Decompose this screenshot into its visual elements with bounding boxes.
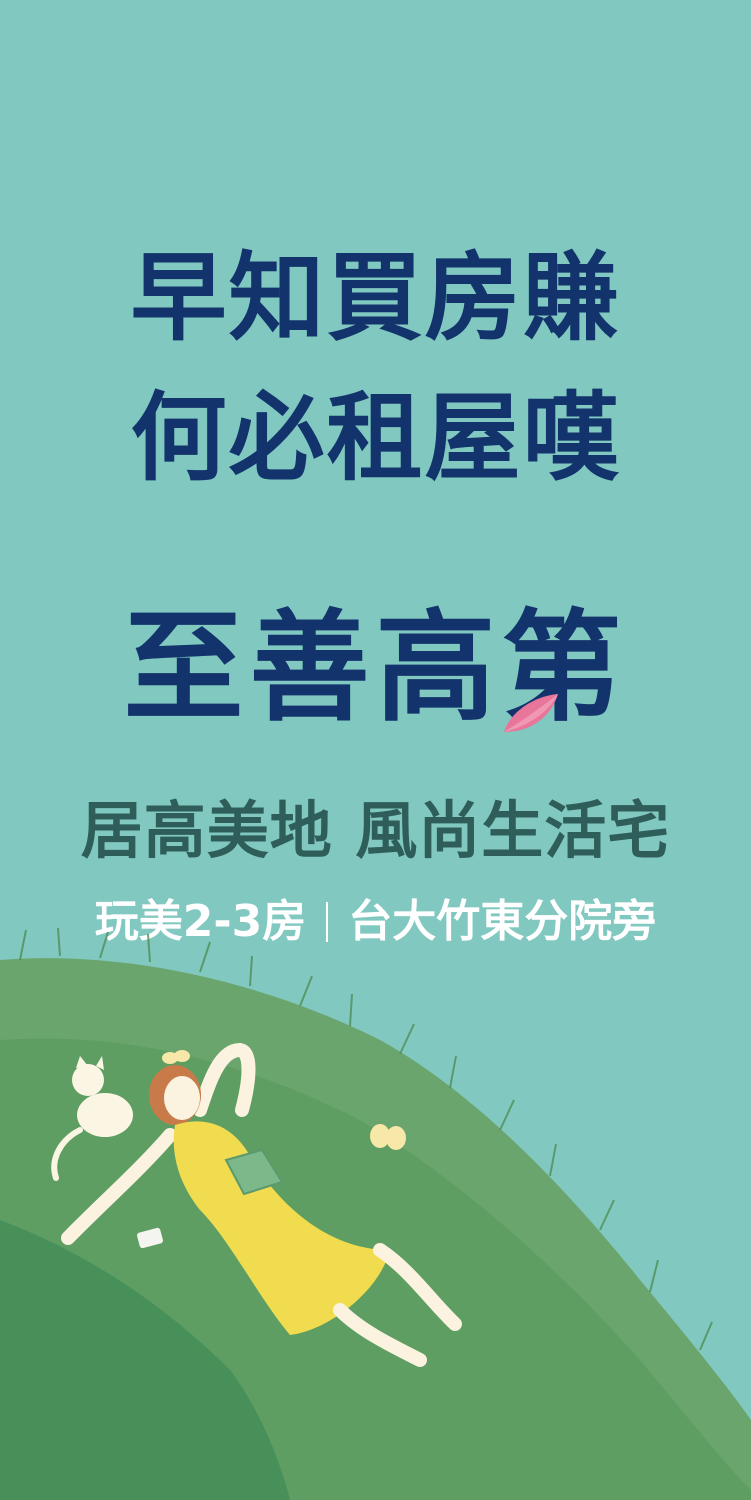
grass-hill-illustration — [0, 927, 751, 1500]
petal-icon — [504, 694, 558, 732]
headline-line-1: 早知買房賺 — [130, 242, 621, 354]
brand-name: 至善高第 — [123, 597, 628, 738]
poster: 早知買房賺 何必租屋嘆 至善高第 居高美地 風尚生活宅 玩美2-3房 台大竹東分院… — [0, 0, 751, 1500]
headline-line-2: 何必租屋嘆 — [130, 382, 621, 494]
tagline: 居高美地 風尚生活宅 — [80, 794, 671, 867]
